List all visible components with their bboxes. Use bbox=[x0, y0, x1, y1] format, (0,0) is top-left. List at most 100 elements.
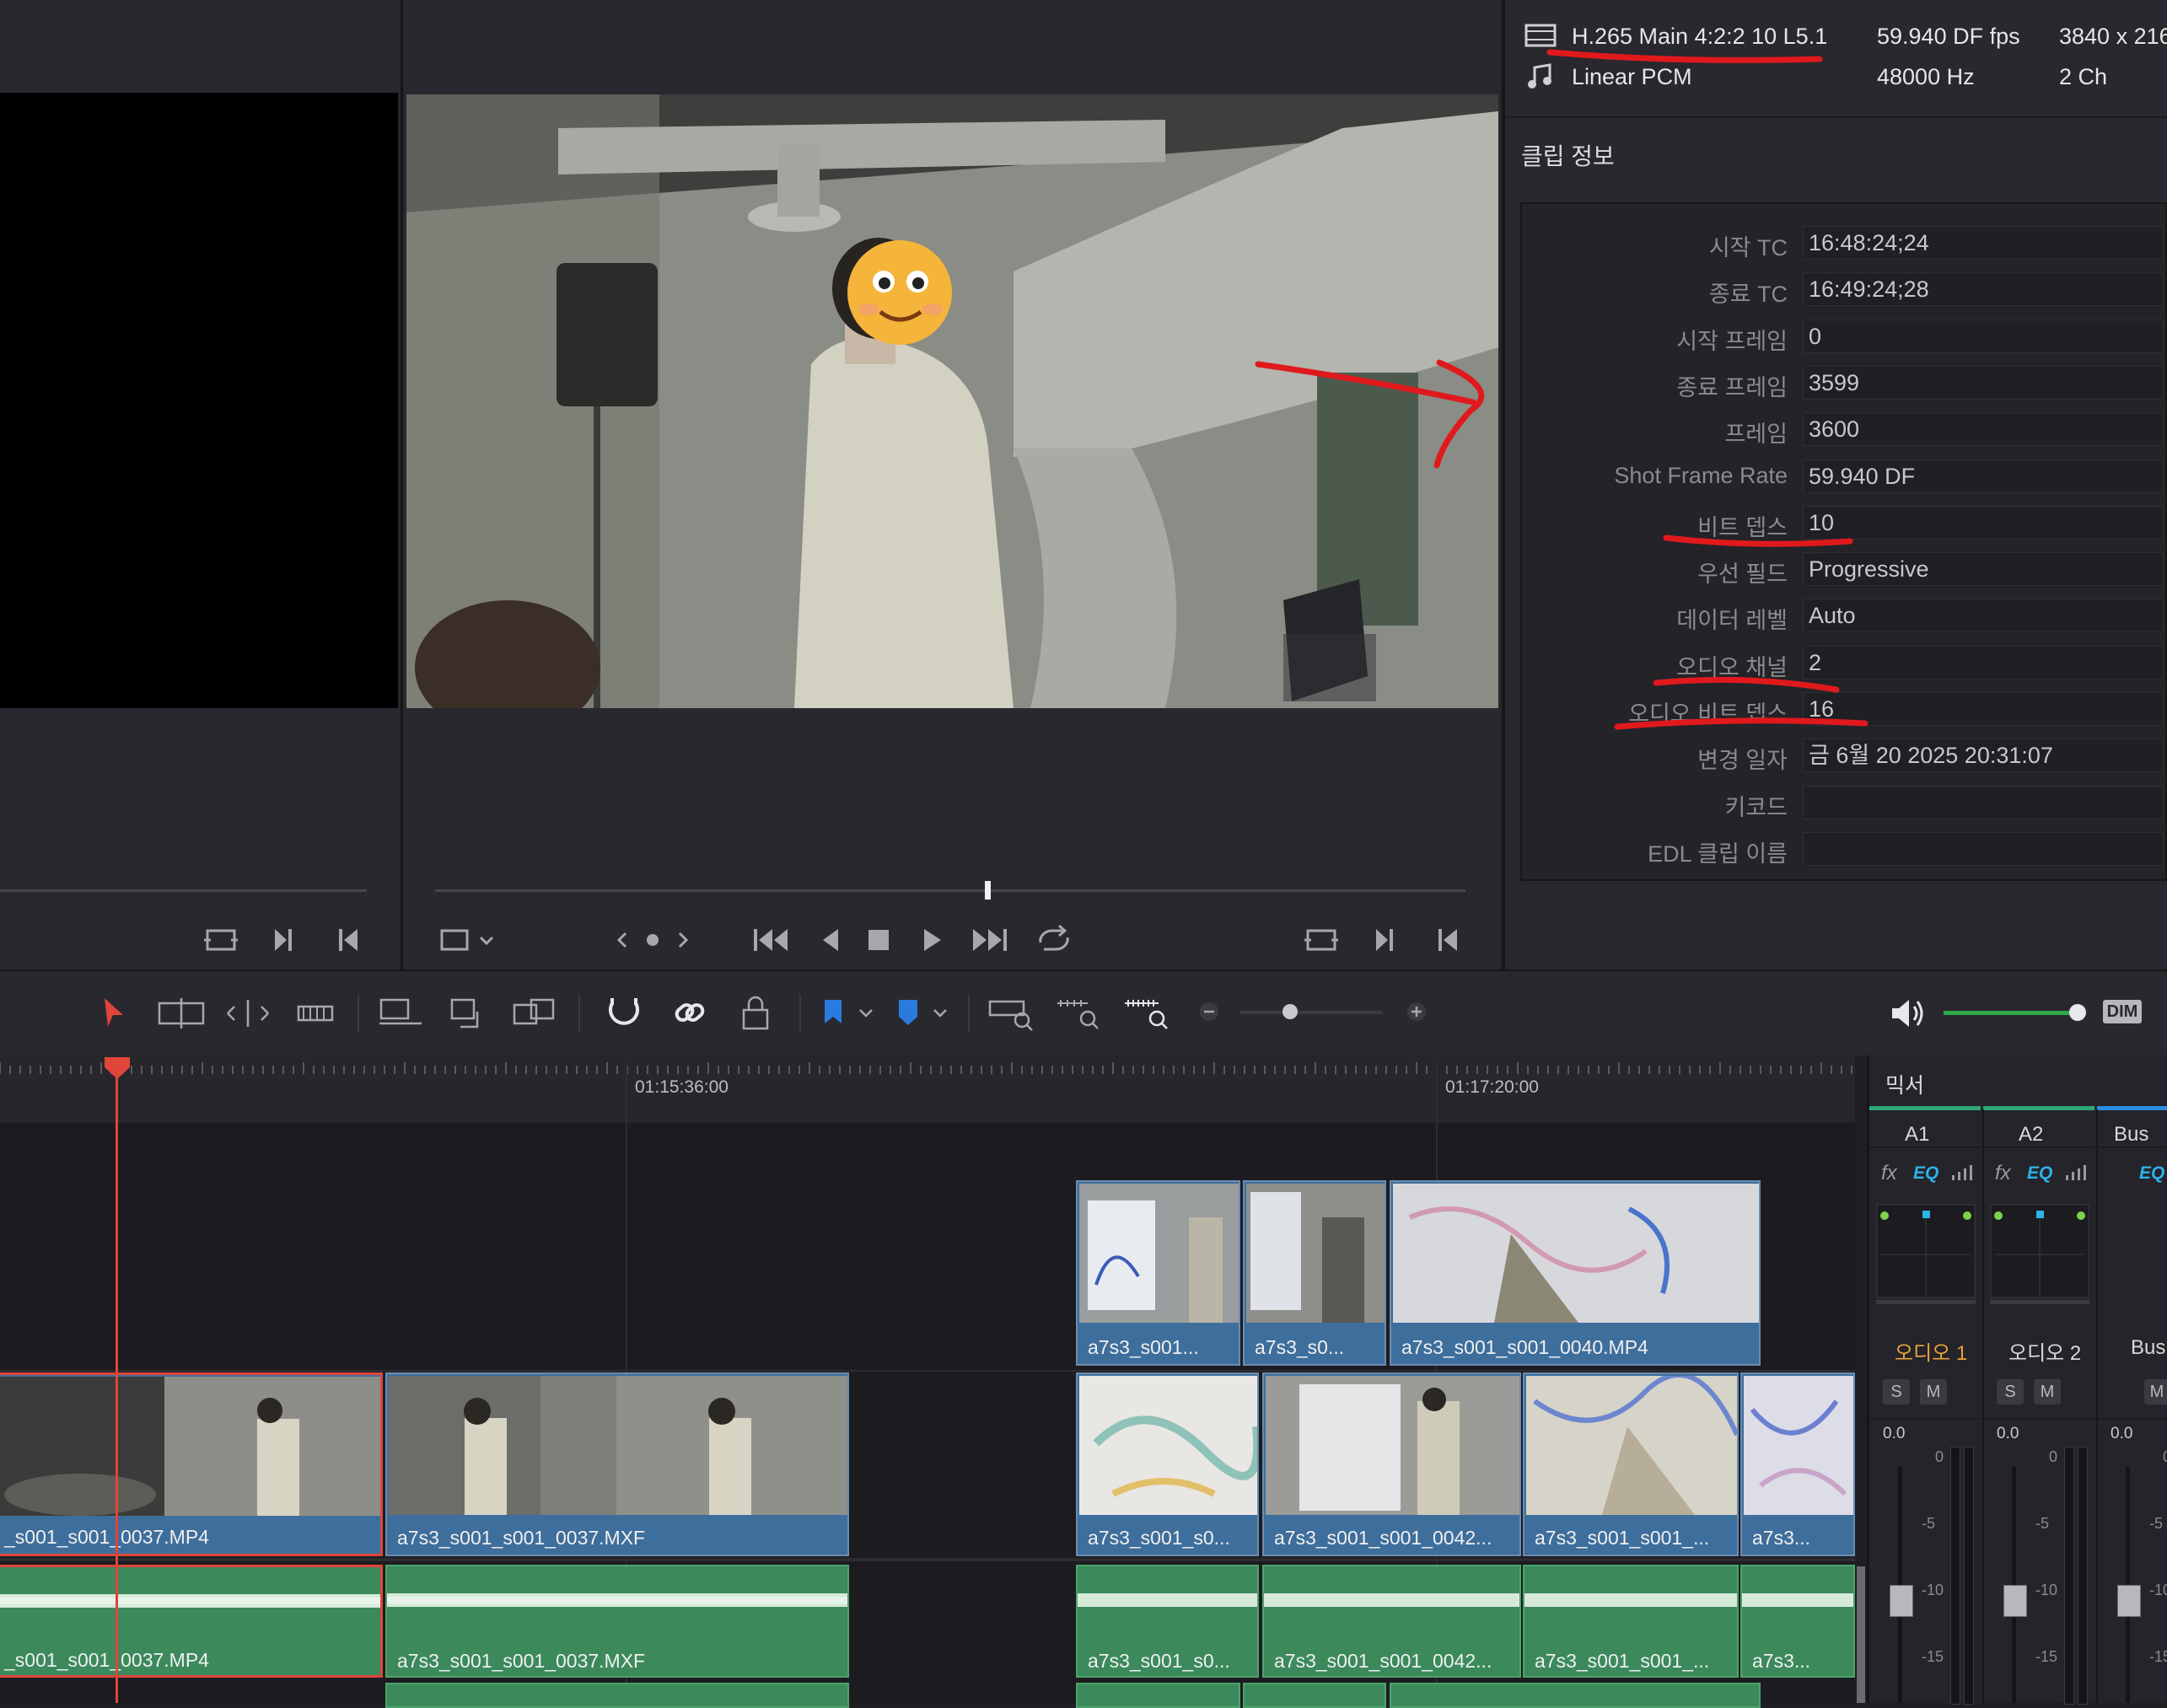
play-icon[interactable] bbox=[919, 926, 944, 954]
marker-icon[interactable] bbox=[894, 995, 953, 1032]
flag-icon[interactable] bbox=[820, 995, 879, 1032]
field-value[interactable]: 59.940 DF bbox=[1803, 459, 2164, 493]
fader-knob[interactable] bbox=[2003, 1585, 2027, 1617]
fx-button[interactable]: fx bbox=[1995, 1162, 2011, 1185]
loop-icon[interactable] bbox=[1034, 924, 1074, 956]
replace-clip-icon[interactable] bbox=[509, 995, 560, 1032]
field-value[interactable]: 3600 bbox=[1803, 412, 2164, 446]
video-clip-selected[interactable]: _s001_s001_0037.MP4 bbox=[0, 1372, 383, 1556]
video-clip[interactable]: a7s3_s001_s001_0037.MXF bbox=[385, 1372, 849, 1556]
scrubber-playhead[interactable] bbox=[985, 881, 991, 900]
source-viewer-screen[interactable] bbox=[0, 93, 398, 708]
audio-clip[interactable]: a7s3... bbox=[1740, 1565, 1855, 1678]
video-clip[interactable]: a7s3... bbox=[1740, 1372, 1855, 1556]
field-value[interactable]: 2 bbox=[1803, 646, 2164, 679]
playhead-line[interactable] bbox=[116, 1064, 118, 1703]
monitor-volume-handle[interactable] bbox=[2069, 1004, 2086, 1021]
panner-icon[interactable] bbox=[1876, 1204, 1976, 1305]
eq-button[interactable]: EQ bbox=[1913, 1163, 1938, 1184]
zoom-detail-icon[interactable] bbox=[1054, 995, 1103, 1032]
dynamic-trim-icon[interactable] bbox=[224, 995, 272, 1032]
video-clip[interactable]: a7s3_s001_s001_0042... bbox=[1262, 1372, 1521, 1556]
playhead-handle[interactable] bbox=[103, 1055, 132, 1081]
field-value[interactable] bbox=[1803, 786, 2164, 819]
field-value[interactable]: 금 6월 20 2025 20:31:07 bbox=[1803, 739, 2164, 772]
field-value[interactable] bbox=[1803, 832, 2164, 866]
field-value[interactable]: Progressive bbox=[1803, 552, 2164, 586]
field-value[interactable]: 3599 bbox=[1803, 366, 2164, 400]
selection-tool-icon[interactable] bbox=[99, 995, 128, 1032]
go-to-end-icon[interactable] bbox=[970, 926, 1008, 954]
stop-icon[interactable] bbox=[866, 926, 891, 954]
video-clip[interactable]: a7s3_s001_s0... bbox=[1076, 1372, 1259, 1556]
level-meter bbox=[1964, 1447, 1974, 1705]
timeline-ruler[interactable] bbox=[0, 1055, 1855, 1123]
trim-tool-icon[interactable] bbox=[156, 995, 207, 1032]
position-lock-icon[interactable] bbox=[739, 995, 772, 1032]
field-value[interactable]: Auto bbox=[1803, 599, 2164, 632]
audio-clip-selected[interactable]: _s001_s001_0037.MP4 bbox=[0, 1565, 383, 1678]
field-value[interactable]: 16 bbox=[1803, 692, 2164, 726]
video-frame[interactable] bbox=[406, 94, 1498, 708]
prev-edit-icon[interactable] bbox=[336, 926, 361, 954]
match-frame-icon-2[interactable] bbox=[1303, 926, 1353, 954]
zoom-slider-handle[interactable] bbox=[1282, 1004, 1298, 1019]
audio-clip[interactable]: a7s3_s001_s001_0037.MXF bbox=[385, 1565, 849, 1678]
snapping-icon[interactable] bbox=[605, 995, 643, 1032]
video-clip[interactable]: a7s3_s0... bbox=[1243, 1180, 1386, 1366]
fx-button[interactable]: fx bbox=[1881, 1162, 1897, 1185]
audio-clip[interactable] bbox=[1390, 1683, 1761, 1708]
solo-button[interactable]: S bbox=[1883, 1379, 1910, 1405]
next-edit-icon[interactable] bbox=[272, 926, 297, 954]
audio-clip[interactable] bbox=[1243, 1683, 1386, 1708]
clip-thumbnail bbox=[1246, 1184, 1385, 1323]
fader-knob[interactable] bbox=[2117, 1585, 2141, 1617]
match-frame-icon[interactable] bbox=[202, 926, 253, 954]
source-scrubber[interactable] bbox=[0, 889, 367, 892]
fader-knob[interactable] bbox=[1890, 1585, 1913, 1617]
viewer-size-icon[interactable] bbox=[438, 926, 497, 954]
zoom-slider[interactable] bbox=[1239, 1011, 1383, 1014]
field-value[interactable]: 16:48:24;24 bbox=[1803, 226, 2164, 260]
monitor-volume-slider[interactable] bbox=[1944, 1011, 2078, 1015]
panner-icon[interactable] bbox=[1990, 1204, 2089, 1305]
next-edit-icon-2[interactable] bbox=[1373, 926, 1398, 954]
field-value[interactable]: 0 bbox=[1803, 320, 2164, 353]
audio-clip[interactable]: a7s3_s001_s0... bbox=[1076, 1565, 1259, 1678]
solo-button[interactable]: S bbox=[1997, 1379, 2024, 1405]
section-title: 클립 정보 bbox=[1521, 143, 1615, 169]
audio-clip[interactable]: a7s3_s001_s001_... bbox=[1523, 1565, 1739, 1678]
zoom-full-icon[interactable] bbox=[987, 995, 1035, 1032]
blade-tool-icon[interactable] bbox=[295, 995, 336, 1032]
video-clip[interactable]: a7s3_s001_s001_0040.MP4 bbox=[1390, 1180, 1761, 1366]
dim-button[interactable]: DIM bbox=[2103, 1000, 2142, 1023]
mute-button[interactable]: M bbox=[2144, 1379, 2167, 1405]
mute-button[interactable]: M bbox=[2034, 1379, 2061, 1405]
audio-clip[interactable]: a7s3_s001_s001_0042... bbox=[1262, 1565, 1521, 1678]
field-label: 오디오 비트 뎁스 bbox=[1628, 701, 1788, 727]
speaker-icon[interactable] bbox=[1889, 995, 1926, 1032]
overwrite-clip-icon[interactable] bbox=[447, 995, 489, 1032]
zoom-custom-icon[interactable] bbox=[1121, 995, 1170, 1032]
audio-clip[interactable] bbox=[1076, 1683, 1240, 1708]
prev-edit-icon-2[interactable] bbox=[1435, 926, 1460, 954]
zoom-in-icon[interactable] bbox=[1405, 995, 1430, 1032]
eq-button[interactable]: EQ bbox=[2139, 1163, 2164, 1184]
step-back-icon[interactable] bbox=[818, 926, 843, 954]
field-label: 프레임 bbox=[1724, 422, 1788, 447]
go-to-start-icon[interactable] bbox=[752, 926, 791, 954]
zoom-out-icon[interactable] bbox=[1197, 995, 1223, 1032]
video-clip[interactable]: a7s3_s001... bbox=[1076, 1180, 1240, 1366]
mute-button[interactable]: M bbox=[1920, 1379, 1947, 1405]
video-codec: H.265 Main 4:2:2 10 L5.1 bbox=[1572, 24, 1828, 49]
timeline-scrollbar[interactable] bbox=[1857, 1566, 1865, 1703]
timeline-scrubber[interactable] bbox=[435, 889, 1465, 892]
eq-button[interactable]: EQ bbox=[2027, 1163, 2052, 1184]
field-value[interactable]: 16:49:24;28 bbox=[1803, 272, 2164, 306]
linked-selection-icon[interactable] bbox=[671, 995, 708, 1032]
jog-wheel-icon[interactable] bbox=[616, 926, 691, 954]
audio-clip[interactable] bbox=[385, 1683, 849, 1708]
insert-clip-icon[interactable] bbox=[376, 995, 425, 1032]
video-clip[interactable]: a7s3_s001_s001_... bbox=[1523, 1372, 1739, 1556]
field-value[interactable]: 10 bbox=[1803, 506, 2164, 540]
